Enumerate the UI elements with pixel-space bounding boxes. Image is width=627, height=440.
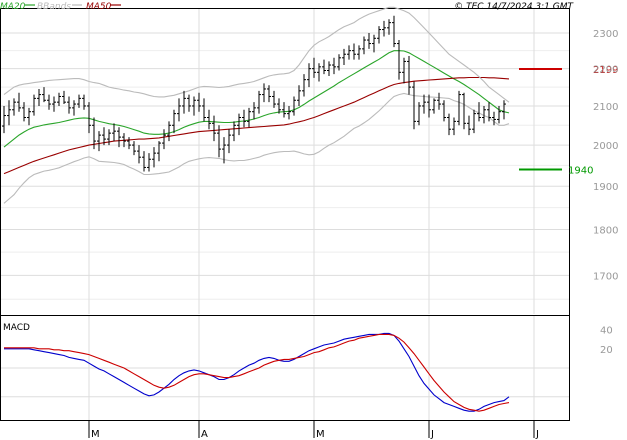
copyright: © TEC 14/7/2024 3:1 GMT xyxy=(454,2,574,12)
price-panel-frame xyxy=(0,8,570,316)
month-label: M xyxy=(91,429,100,440)
stock-chart: MA20 BBands MA50 © TEC 14/7/2024 3:1 GMT… xyxy=(0,2,618,440)
support-label: 1940 xyxy=(568,165,593,176)
macd-title: MACD xyxy=(3,323,30,333)
legend-bbands: BBands xyxy=(37,2,71,12)
legend-ma20: MA20 xyxy=(0,2,26,12)
price-tick-label: 2100 xyxy=(593,102,618,113)
price-tick-label: 2300 xyxy=(593,29,618,40)
macd-axis: 40 20 xyxy=(600,326,613,356)
macd-tick-label: 20 xyxy=(600,345,613,356)
macd-tick-label: 40 xyxy=(600,326,613,337)
price-tick-label: 2200 xyxy=(593,65,618,76)
price-tick-label: 1700 xyxy=(593,271,618,282)
month-label: J xyxy=(535,429,539,440)
legend: MA20 BBands MA50 xyxy=(0,2,121,12)
month-label: A xyxy=(201,429,208,440)
month-label: M xyxy=(316,429,325,440)
price-tick-label: 1800 xyxy=(593,226,618,237)
x-axis: MAMJJ xyxy=(88,420,539,440)
legend-ma50: MA50 xyxy=(86,2,112,12)
month-label: J xyxy=(430,429,434,440)
price-tick-label: 2000 xyxy=(593,141,618,152)
price-axis: 2300 2200 2100 2000 1900 1800 1700 xyxy=(593,29,618,282)
price-tick-label: 1900 xyxy=(593,182,618,193)
